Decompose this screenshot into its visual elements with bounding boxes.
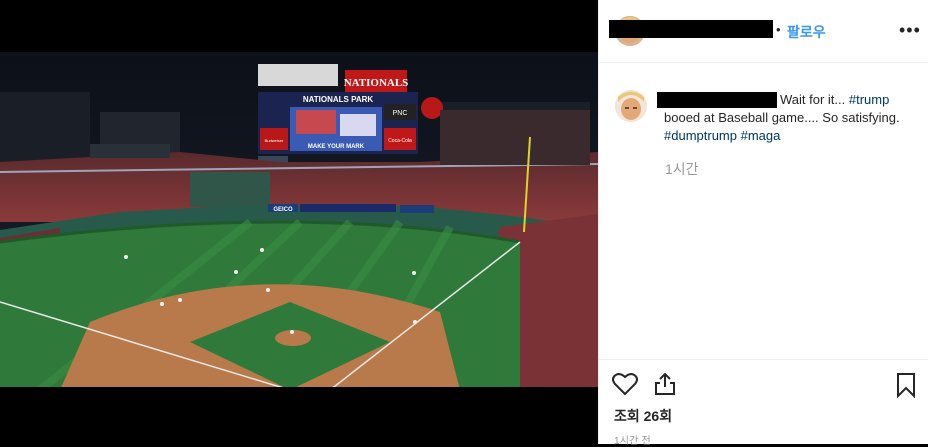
- ad-pnc: PNC: [393, 110, 408, 117]
- posted-time: 1시간 전: [614, 436, 651, 447]
- commenter-avatar-image: [615, 90, 647, 122]
- stadium-video-frame[interactable]: NATIONALS NATIONALS PARK MAKE YOUR MARK …: [0, 52, 598, 390]
- bookmark-icon[interactable]: [896, 372, 916, 398]
- redacted-username: [609, 20, 773, 38]
- video-player[interactable]: NATIONALS NATIONALS PARK MAKE YOUR MARK …: [0, 0, 598, 444]
- caption-body: booed at Baseball game.... So satisfying…: [664, 109, 914, 145]
- hashtag-dumptrump[interactable]: #dumptrump: [664, 128, 737, 143]
- redacted-commenter-name: [657, 92, 777, 108]
- hashtag-trump[interactable]: #trump: [849, 92, 889, 107]
- view-count[interactable]: 조회 26회: [614, 406, 672, 426]
- follow-button[interactable]: 팔로우: [787, 22, 826, 42]
- hashtag-maga[interactable]: #maga: [741, 128, 781, 143]
- post-actions: 조회 26회 1시간 전: [598, 359, 928, 447]
- more-icon[interactable]: •••: [899, 20, 921, 41]
- separator-dot: •: [776, 22, 781, 37]
- nationals-sign-text: NATIONALS: [344, 77, 409, 89]
- heart-icon[interactable]: [612, 372, 638, 396]
- comment-time[interactable]: 1시간: [665, 159, 699, 179]
- post-header: • 팔로우 •••: [599, 0, 928, 63]
- commenter-avatar[interactable]: [615, 90, 647, 122]
- caption-text-1: Wait for it...: [780, 92, 846, 107]
- caption-line-1: Wait for it... #trump: [780, 91, 920, 109]
- ad-coke: Coca-Cola: [388, 138, 412, 144]
- caption-text-2: booed at Baseball game.... So satisfying…: [664, 110, 900, 125]
- share-icon[interactable]: [654, 372, 676, 396]
- geico-sign: GEICO: [273, 207, 293, 213]
- board-banner: MAKE YOUR MARK: [308, 144, 365, 150]
- scoreboard-title: NATIONALS PARK: [303, 95, 374, 104]
- ad-bud: Budweiser: [265, 138, 284, 143]
